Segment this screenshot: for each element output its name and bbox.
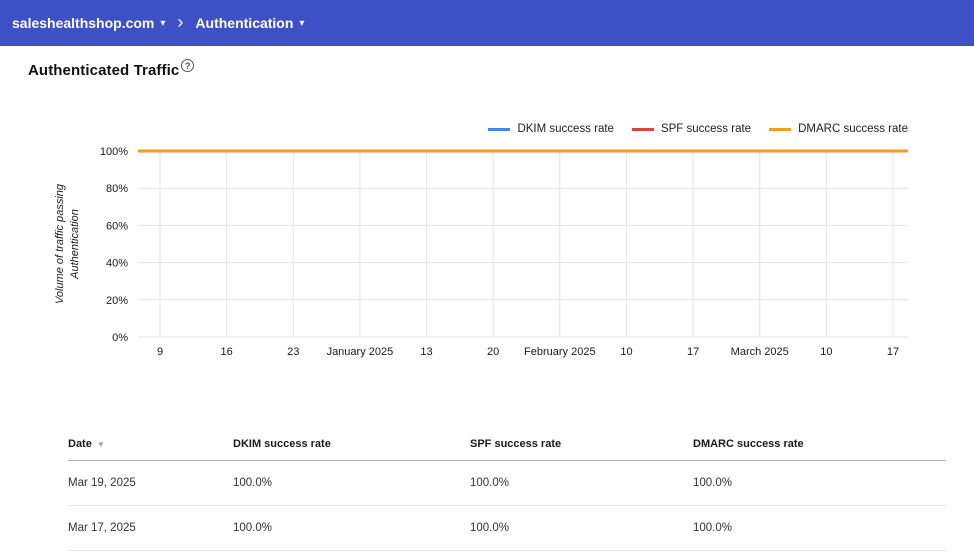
legend-swatch xyxy=(769,127,792,131)
dmarc-cell: 100.0% xyxy=(693,522,733,534)
domain-selector[interactable]: saleshealthshop.com ▾ xyxy=(12,15,165,31)
spf-cell: 100.0% xyxy=(470,522,510,534)
top-nav: saleshealthshop.com ▾ › Authentication ▾ xyxy=(0,0,974,46)
chevron-right-icon: › xyxy=(177,12,184,32)
chart-area: Volume of traffic passing Authentication… xyxy=(48,137,946,373)
x-tick-label: 17 xyxy=(687,346,699,358)
y-tick-label: 100% xyxy=(100,146,128,158)
x-tick-label: 23 xyxy=(287,346,299,358)
y-tick-label: 20% xyxy=(106,295,128,307)
legend-item: DKIM success rate xyxy=(488,123,614,135)
x-tick-label: February 2025 xyxy=(524,346,596,358)
legend-label: SPF success rate xyxy=(660,123,752,135)
legend-swatch xyxy=(488,127,511,131)
title-row: Authenticated Traffic ? xyxy=(28,59,946,79)
help-icon[interactable]: ? xyxy=(181,59,195,72)
main-content: Authenticated Traffic ? DKIM success rat… xyxy=(0,46,974,551)
table-row: Mar 19, 2025 100.0% 100.0% 100.0% xyxy=(68,461,946,506)
chart-legend: DKIM success rate SPF success rate DMARC s… xyxy=(28,123,946,135)
section-label: Authentication xyxy=(195,15,294,31)
x-tick-label: 16 xyxy=(221,346,233,358)
dkim-cell: 100.0% xyxy=(233,522,273,534)
x-tick-label: 17 xyxy=(887,346,899,358)
x-tick-label: March 2025 xyxy=(731,346,789,358)
legend-swatch xyxy=(631,127,654,131)
column-header-dmarc: DMARC success rate xyxy=(693,437,804,450)
x-tick-label: January 2025 xyxy=(327,346,394,358)
date-cell: Mar 19, 2025 xyxy=(68,477,136,489)
x-tick-label: 13 xyxy=(420,346,432,358)
table-row: Mar 17, 2025 100.0% 100.0% 100.0% xyxy=(68,506,946,551)
chevron-down-icon: ▾ xyxy=(160,18,166,29)
table-header-row: Date ▼ DKIM success rate SPF success rate… xyxy=(68,427,946,461)
spf-cell: 100.0% xyxy=(470,477,510,489)
legend-item: SPF success rate xyxy=(631,123,752,135)
x-tick-label: 10 xyxy=(620,346,632,358)
section-selector[interactable]: Authentication ▾ xyxy=(195,15,304,31)
page-title: Authenticated Traffic xyxy=(28,62,180,79)
legend-item: DMARC success rate xyxy=(769,123,908,135)
dmarc-cell: 100.0% xyxy=(693,477,733,489)
dkim-cell: 100.0% xyxy=(233,477,273,489)
column-header-date[interactable]: Date ▼ xyxy=(68,438,233,450)
domain-label: saleshealthshop.com xyxy=(12,15,155,31)
auth-results-table: Date ▼ DKIM success rate SPF success rate… xyxy=(68,427,946,551)
date-cell: Mar 17, 2025 xyxy=(68,522,136,534)
chevron-down-icon: ▾ xyxy=(299,18,305,29)
legend-label: DMARC success rate xyxy=(798,123,908,135)
column-header-spf: SPF success rate xyxy=(470,437,562,450)
x-tick-label: 9 xyxy=(157,346,163,358)
y-tick-label: 40% xyxy=(106,258,128,270)
y-axis-title: Volume of traffic passing Authentication xyxy=(54,183,81,305)
y-tick-label: 60% xyxy=(106,220,128,232)
x-tick-label: 20 xyxy=(487,346,499,358)
authentication-chart-section: DKIM success rate SPF success rate DMARC s… xyxy=(28,123,946,373)
y-tick-label: 80% xyxy=(106,183,128,195)
y-tick-label: 0% xyxy=(112,332,128,344)
legend-label: DKIM success rate xyxy=(517,123,614,135)
sort-descending-icon: ▼ xyxy=(96,439,105,449)
line-chart: 0% 20% 40% 60% 80% 100% 9 16 23 January 2025 13 20 F… xyxy=(100,146,908,358)
y-axis-title-box: Volume of traffic passing Authentication xyxy=(48,137,88,373)
column-header-dkim: DKIM success rate xyxy=(233,437,331,450)
x-tick-label: 10 xyxy=(820,346,832,358)
